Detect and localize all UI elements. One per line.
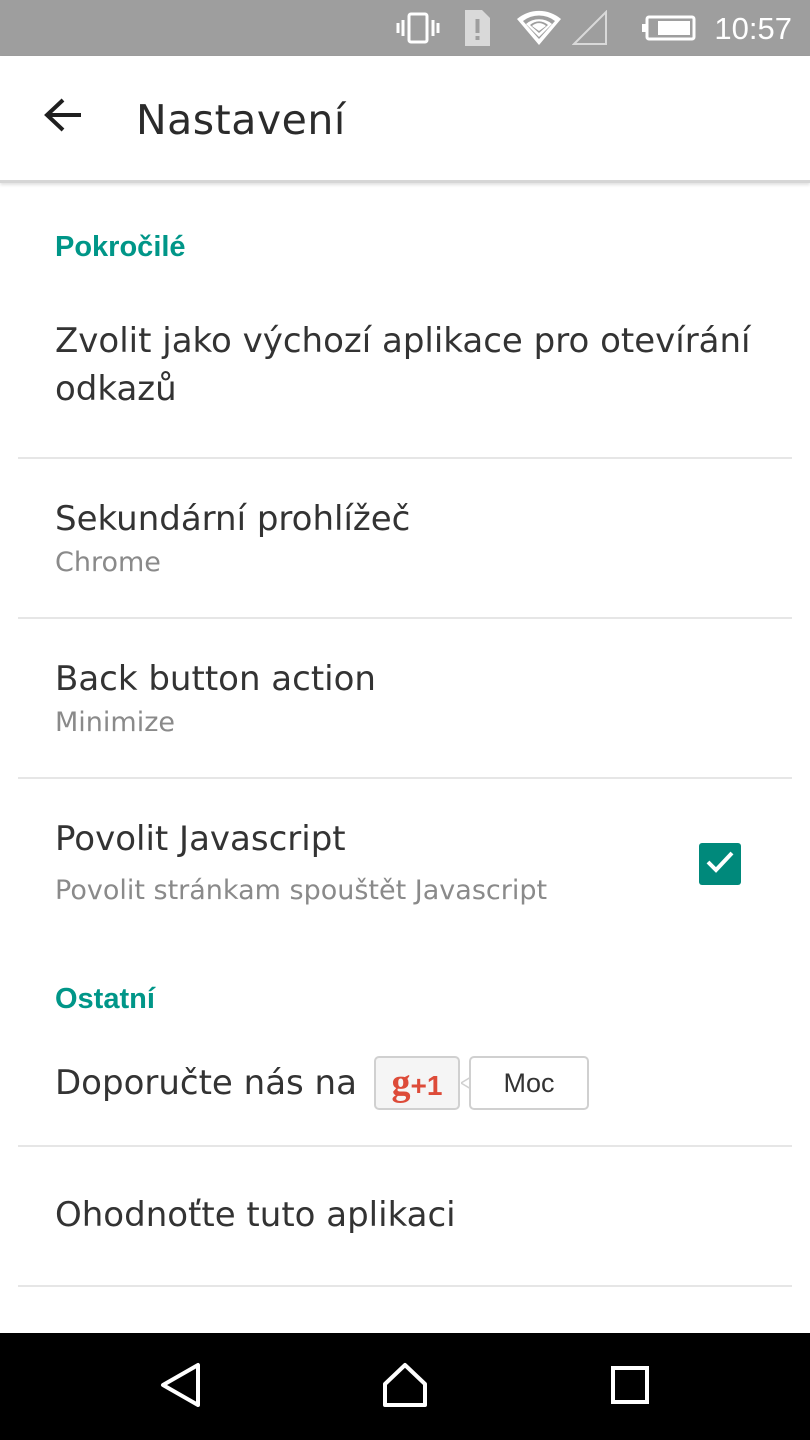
pref-recommend-title: Doporučte nás na: [55, 1063, 357, 1103]
app-bar: Nastavení: [0, 56, 810, 183]
nav-recents-button[interactable]: [598, 1355, 662, 1419]
pref-rate-app-title: Ohodnoťte tuto aplikaci: [55, 1195, 456, 1235]
pref-back-button-action[interactable]: Back button action Minimize: [18, 619, 792, 777]
sim-alert-icon: [462, 8, 492, 48]
cell-signal-icon: [572, 8, 608, 48]
check-icon: [705, 849, 735, 879]
section-header-advanced: Pokročilé: [55, 231, 186, 263]
nav-back-icon: [158, 1361, 202, 1413]
arrow-back-icon: [43, 97, 83, 137]
pref-javascript-summary: Povolit stránkam spouštět Javascript: [55, 875, 548, 906]
vibrate-icon: [396, 8, 440, 48]
pref-back-button-title: Back button action: [55, 659, 376, 699]
section-header-other: Ostatní: [55, 983, 155, 1015]
status-time: 10:57: [714, 11, 792, 46]
pref-rate-app[interactable]: Ohodnoťte tuto aplikaci: [18, 1147, 792, 1285]
pref-default-app-title: Zvolit jako výchozí aplikace pro otevírá…: [55, 321, 751, 409]
javascript-checkbox[interactable]: [699, 843, 741, 885]
nav-home-icon: [381, 1362, 429, 1412]
pref-javascript-title: Povolit Javascript: [55, 819, 346, 859]
back-button[interactable]: [28, 82, 98, 152]
pref-secondary-browser-summary: Chrome: [55, 547, 161, 578]
divider: [18, 1285, 792, 1287]
nav-home-button[interactable]: [373, 1355, 437, 1419]
pref-secondary-browser-title: Sekundární prohlížeč: [55, 499, 411, 539]
pref-back-button-summary: Minimize: [55, 707, 175, 738]
google-plus-count: Moc: [469, 1056, 589, 1110]
page-title: Nastavení: [136, 96, 346, 144]
battery-icon: [642, 8, 696, 48]
nav-recents-icon: [610, 1365, 650, 1409]
google-plus-one-button[interactable]: g+1: [374, 1056, 460, 1110]
settings-list[interactable]: Pokročilé Zvolit jako výchozí aplikace p…: [0, 183, 810, 1333]
status-bar: 10:57: [0, 0, 810, 56]
pref-javascript[interactable]: Povolit Javascript Povolit stránkam spou…: [18, 779, 792, 949]
google-plus-icon: g+1: [391, 1062, 443, 1104]
pref-secondary-browser[interactable]: Sekundární prohlížeč Chrome: [18, 459, 792, 617]
wifi-icon: [515, 8, 563, 48]
pref-default-app[interactable]: Zvolit jako výchozí aplikace pro otevírá…: [18, 289, 792, 457]
navigation-bar: [0, 1333, 810, 1440]
nav-back-button[interactable]: [148, 1355, 212, 1419]
